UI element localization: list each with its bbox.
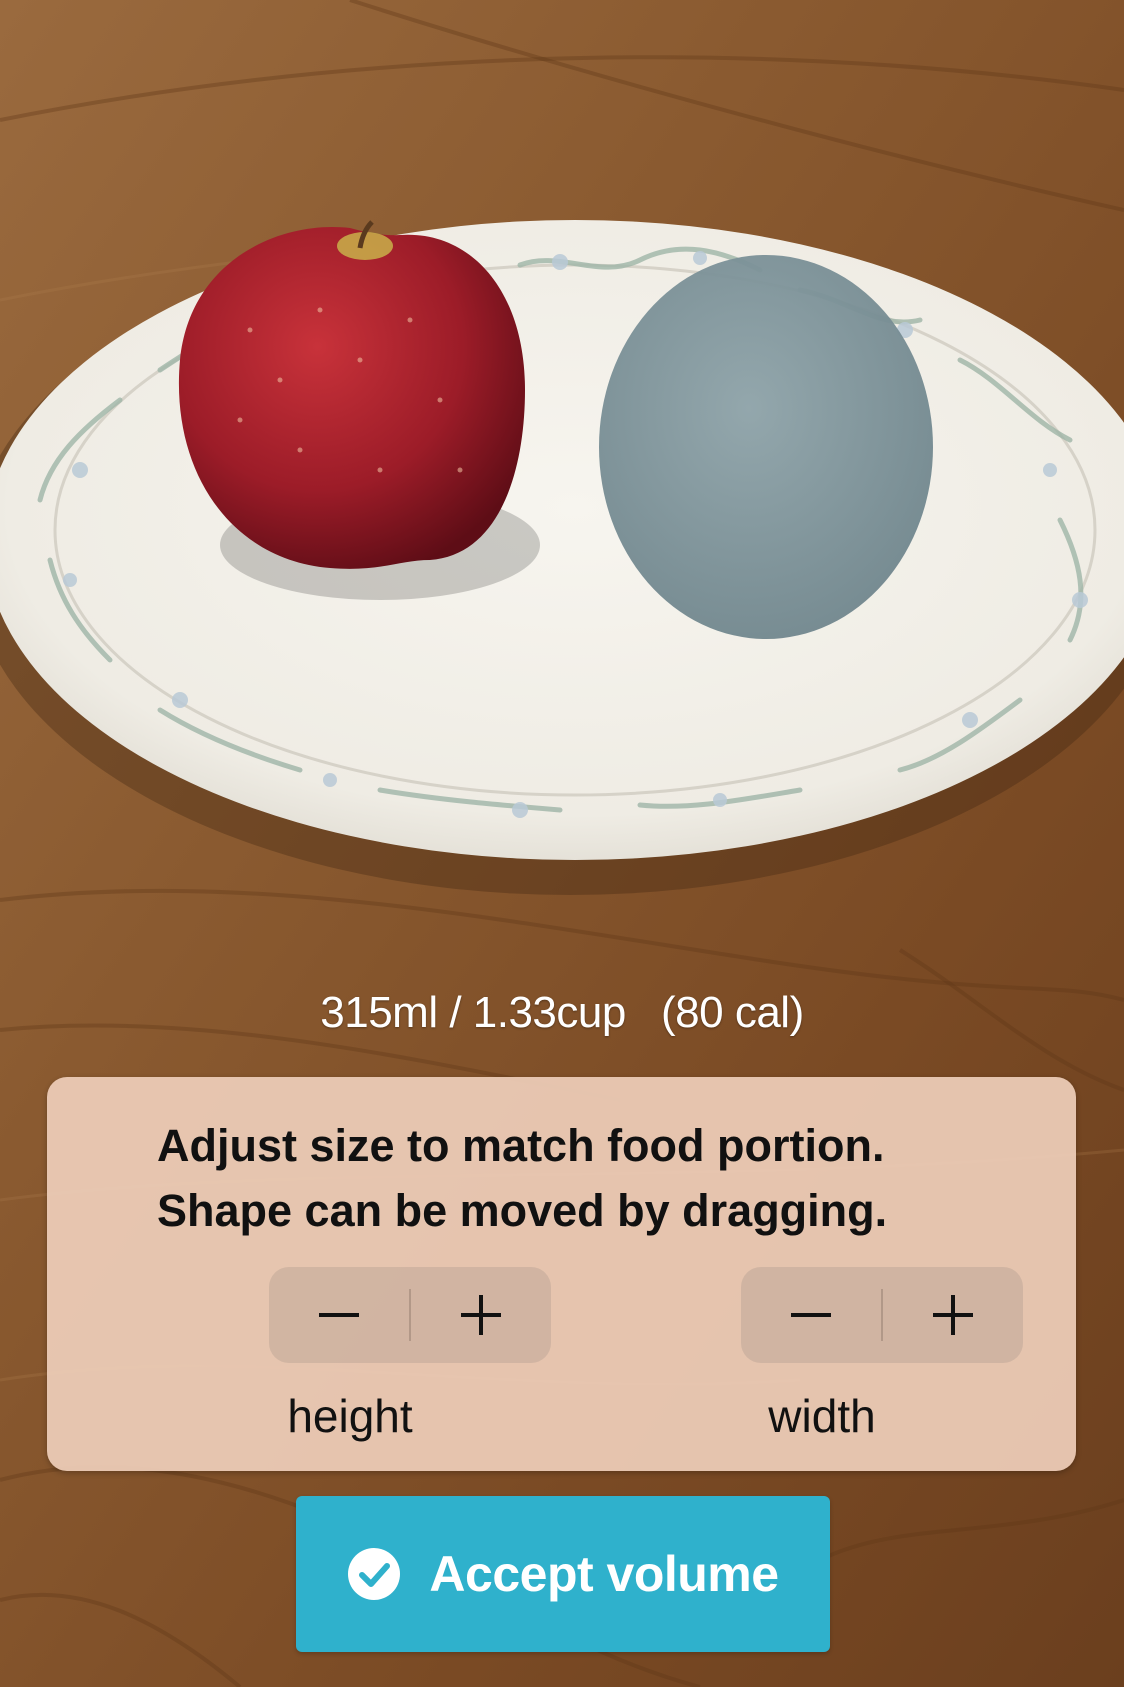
adjust-panel: Adjust size to match food portion. Shape… [47,1077,1076,1471]
height-label: height [287,1390,413,1442]
width-increment-button[interactable] [883,1267,1023,1363]
width-stepper [741,1267,1023,1363]
minus-icon [791,1313,831,1317]
volume-shape [599,255,933,639]
volume-readout: 315ml / 1.33cup (80 cal) [320,988,804,1037]
minus-icon [319,1313,359,1317]
plus-icon [933,1295,973,1335]
instruction-line-1: Adjust size to match food portion. [157,1120,885,1171]
height-stepper [269,1267,551,1363]
width-decrement-button[interactable] [741,1267,881,1363]
width-label: width [768,1390,876,1442]
accept-volume-button[interactable]: Accept volume [296,1496,830,1652]
instruction-line-2: Shape can be moved by dragging. [157,1185,888,1236]
checkmark-circle-icon [348,1548,401,1600]
height-increment-button[interactable] [411,1267,551,1363]
accept-volume-label: Accept volume [429,1546,779,1602]
plus-icon [461,1295,501,1335]
height-decrement-button[interactable] [269,1267,409,1363]
ar-camera-view: 315ml / 1.33cup (80 cal) Adjust size to … [0,0,1124,1687]
instructions: Adjust size to match food portion. Shape… [157,1113,977,1243]
